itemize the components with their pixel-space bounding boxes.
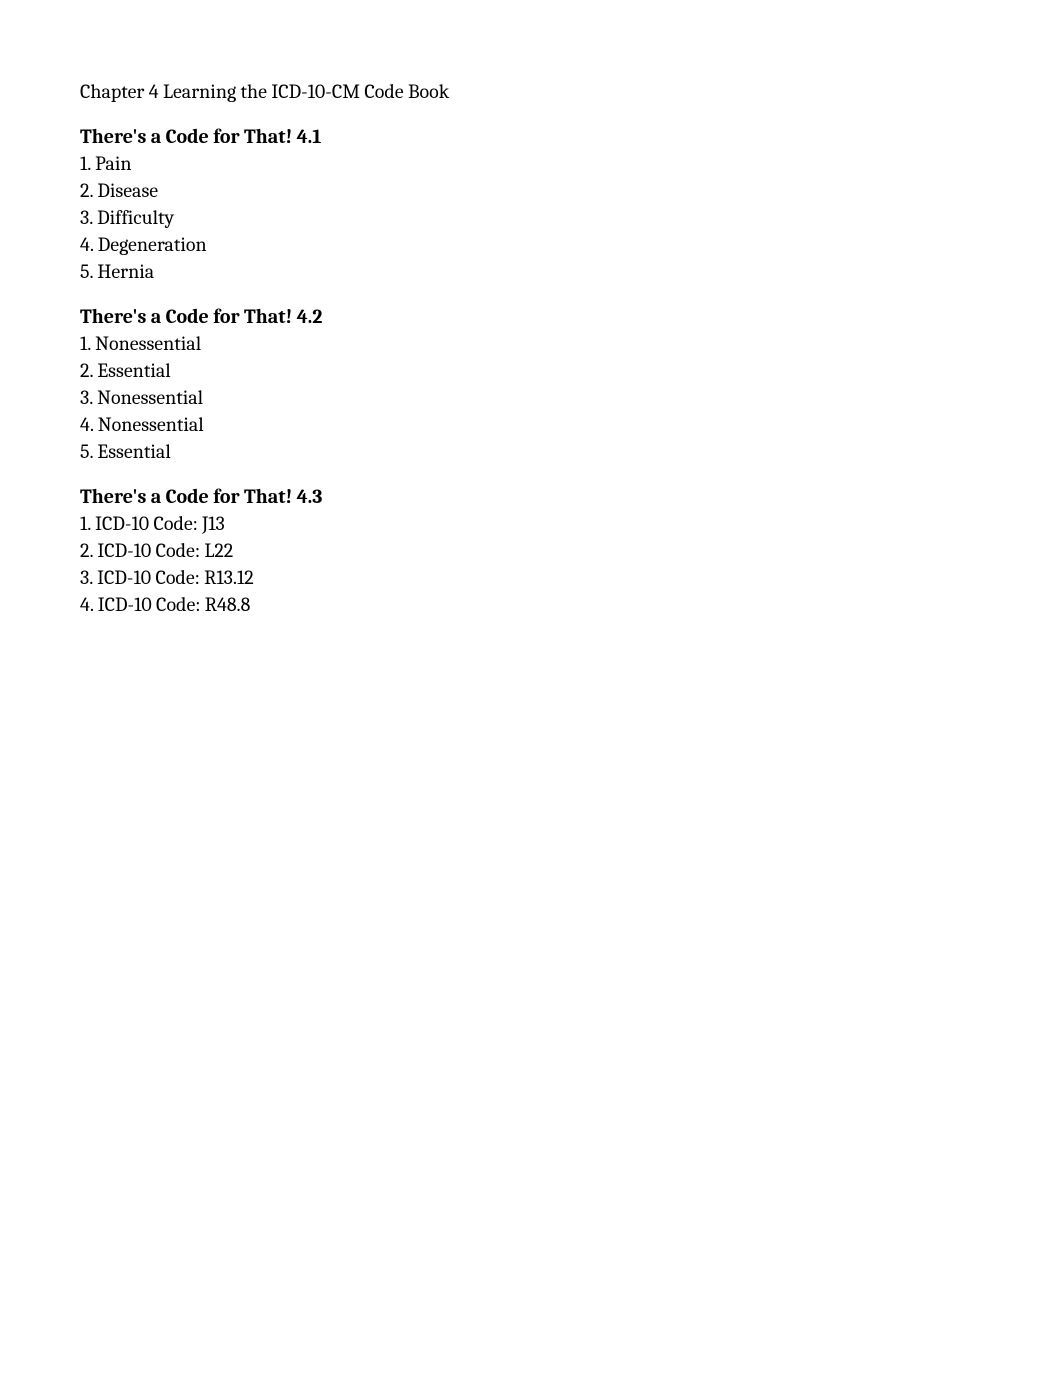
section-heading: There's a Code for That! 4.3 — [80, 483, 982, 510]
section-heading: There's a Code for That! 4.2 — [80, 303, 982, 330]
list-item: 1. Nonessential — [80, 330, 982, 357]
list-item: 2. Disease — [80, 177, 982, 204]
list-item: 2. ICD-10 Code: L22 — [80, 537, 982, 564]
list-item: 5. Hernia — [80, 258, 982, 285]
list-item: 3. ICD-10 Code: R13.12 — [80, 564, 982, 591]
section-4-1: There's a Code for That! 4.1 1. Pain 2. … — [80, 123, 982, 285]
list-item: 4. ICD-10 Code: R48.8 — [80, 591, 982, 618]
list-item: 5. Essential — [80, 438, 982, 465]
section-4-2: There's a Code for That! 4.2 1. Nonessen… — [80, 303, 982, 465]
chapter-title: Chapter 4 Learning the ICD-10-CM Code Bo… — [80, 78, 982, 105]
list-item: 3. Difficulty — [80, 204, 982, 231]
list-item: 3. Nonessential — [80, 384, 982, 411]
list-item: 4. Nonessential — [80, 411, 982, 438]
list-item: 1. Pain — [80, 150, 982, 177]
list-item: 1. ICD-10 Code: J13 — [80, 510, 982, 537]
list-item: 2. Essential — [80, 357, 982, 384]
list-item: 4. Degeneration — [80, 231, 982, 258]
section-heading: There's a Code for That! 4.1 — [80, 123, 982, 150]
section-4-3: There's a Code for That! 4.3 1. ICD-10 C… — [80, 483, 982, 618]
